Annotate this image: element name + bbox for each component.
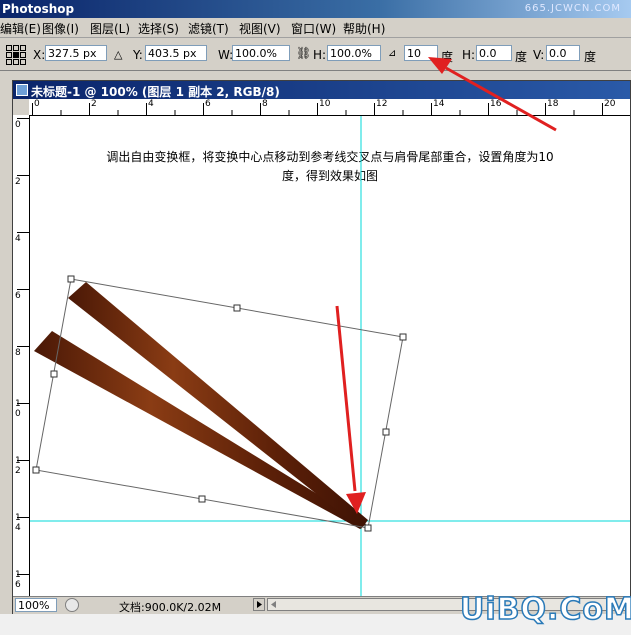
options-annotation-arrow-shaft <box>445 66 557 132</box>
options-annotation-arrow-head <box>428 57 452 74</box>
site-logo: UiBQ.CoM <box>459 591 631 628</box>
annotation-overlay <box>428 57 557 132</box>
